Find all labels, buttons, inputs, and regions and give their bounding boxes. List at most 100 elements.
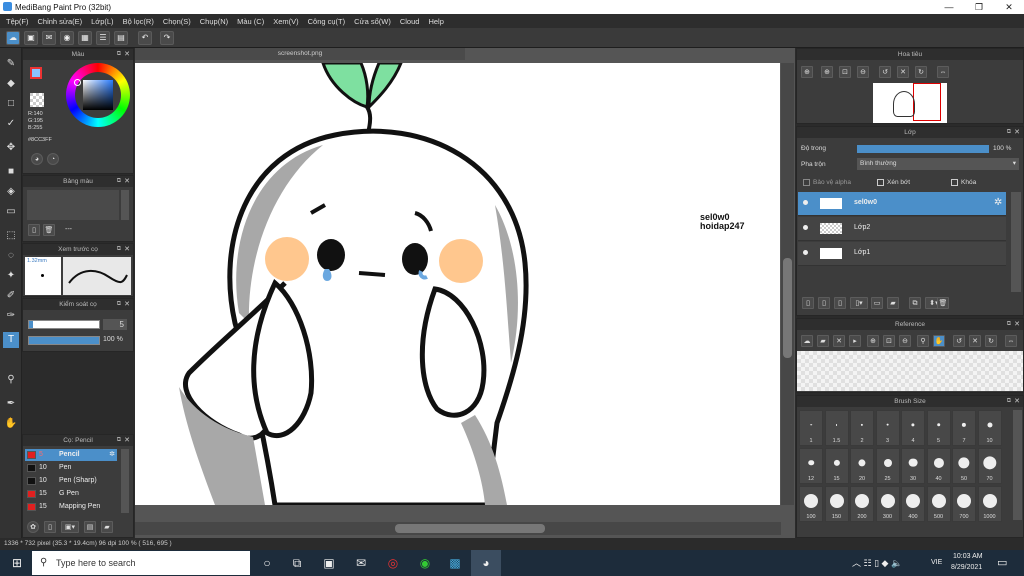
canvas-vertical-scrollbar[interactable] xyxy=(781,63,794,505)
rotate-right-icon[interactable]: ↻ xyxy=(915,66,927,78)
brush-size-cell[interactable]: 5 xyxy=(926,410,951,446)
select-pen-icon[interactable]: ✐ xyxy=(3,288,19,304)
gear-icon[interactable]: ✲ xyxy=(994,197,1002,208)
add-brush-icon[interactable]: ▣▾ xyxy=(61,521,79,533)
brush-size-cell[interactable]: 7 xyxy=(952,410,976,446)
close-icon[interactable]: ✕ xyxy=(1014,396,1020,407)
cloud-icon[interactable]: ☁ xyxy=(6,31,20,45)
rect-tool-icon[interactable]: □ xyxy=(3,96,19,112)
cortana-icon[interactable]: ○ xyxy=(252,550,282,576)
close-icon[interactable]: ✕ xyxy=(1014,319,1020,330)
language-indicator[interactable]: VIE xyxy=(931,559,942,566)
opera-icon[interactable]: ◎ xyxy=(378,550,408,576)
brush-opacity-slider[interactable] xyxy=(28,336,100,345)
menu-color[interactable]: Màu (C) xyxy=(237,17,264,26)
reference-dropper-icon[interactable]: ⚲ xyxy=(917,335,929,347)
brush-list-scrollbar[interactable] xyxy=(121,449,129,513)
brush-item-pen-sharp[interactable]: 10 Pen (Sharp) xyxy=(25,475,117,487)
brush-size-cell[interactable]: 200 xyxy=(850,486,874,522)
reset-icon[interactable]: ✕ xyxy=(897,66,909,78)
menu-view[interactable]: Xem(V) xyxy=(273,17,298,26)
close-icon[interactable]: ✕ xyxy=(124,435,130,446)
mail-icon[interactable]: ✉ xyxy=(346,550,376,576)
merge-layer-icon[interactable]: ⧉ xyxy=(909,297,921,309)
undo-icon[interactable]: ↶ xyxy=(138,31,152,45)
drawing-canvas[interactable]: sel0w0 hoidap247 xyxy=(135,63,780,505)
menu-cloud[interactable]: Cloud xyxy=(400,17,420,26)
eraser-tool-icon[interactable]: ◆ xyxy=(3,76,19,92)
reference-hand-icon[interactable]: ✋ xyxy=(933,335,945,347)
clock-time[interactable]: 10:03 AM xyxy=(953,553,983,560)
color-mode-icon[interactable]: ◕ xyxy=(31,153,43,165)
brush-size-cell[interactable]: 15 xyxy=(824,448,849,484)
menu-layer[interactable]: Lớp(L) xyxy=(91,17,113,26)
brush-size-cell[interactable]: 12 xyxy=(799,448,823,484)
brush-item-pen[interactable]: 10 Pen xyxy=(25,462,117,474)
color-history-icon[interactable]: ◔ xyxy=(47,153,59,165)
protect-alpha-checkbox[interactable] xyxy=(803,179,810,186)
close-button[interactable]: ✕ xyxy=(994,0,1024,14)
fill-rect-tool-icon[interactable]: ■ xyxy=(3,164,19,180)
menu-tools[interactable]: Công cụ(T) xyxy=(308,17,346,26)
document-tab[interactable]: screenshot.png xyxy=(135,48,465,60)
reference-cloud-icon[interactable]: ☁ xyxy=(801,335,813,347)
palette-scrollbar[interactable] xyxy=(121,190,129,220)
brush-size-cell[interactable]: 1 xyxy=(799,410,823,446)
layer-item[interactable]: Lớp2 xyxy=(798,217,1006,241)
brush-size-cell[interactable]: 100 xyxy=(799,486,823,522)
brush-item-mapping-pen[interactable]: 15 Mapping Pen xyxy=(25,501,117,513)
maximize-button[interactable]: ❐ xyxy=(964,0,994,14)
menu-edit[interactable]: Chỉnh sửa(E) xyxy=(38,17,83,26)
lasso-tool-icon[interactable]: ◌ xyxy=(3,248,19,264)
gear-icon[interactable]: ✲ xyxy=(109,449,115,461)
reference-rotate-left-icon[interactable]: ↺ xyxy=(953,335,965,347)
reference-reset-icon[interactable]: ✕ xyxy=(969,335,981,347)
brush-size-cell[interactable]: 150 xyxy=(824,486,849,522)
reference-rotate-right-icon[interactable]: ↻ xyxy=(985,335,997,347)
zoom-in-2-icon[interactable]: ⊕ xyxy=(821,66,833,78)
redo-icon[interactable]: ↷ xyxy=(160,31,174,45)
notification-icon[interactable]: ▭ xyxy=(997,556,1007,569)
minimize-button[interactable]: — xyxy=(934,0,964,14)
check-tool-icon[interactable]: ✓ xyxy=(3,116,19,132)
navigator-thumbnail[interactable] xyxy=(873,83,947,123)
new-layer-color-icon[interactable]: ▯ xyxy=(818,297,830,309)
menu-file[interactable]: Tệp(F) xyxy=(6,17,29,26)
reference-next-icon[interactable]: ▸ xyxy=(849,335,861,347)
delete-layer-icon[interactable]: 🗑 xyxy=(937,297,949,309)
zoom-out-icon[interactable]: ⊖ xyxy=(857,66,869,78)
brush-size-cell[interactable]: 1000 xyxy=(977,486,1002,522)
store-icon[interactable]: ▣ xyxy=(314,550,344,576)
duplicate-layer-icon[interactable]: ▭ xyxy=(871,297,883,309)
close-icon[interactable]: ✕ xyxy=(124,49,130,60)
saturation-value-box[interactable] xyxy=(83,80,113,110)
brush-item-pencil[interactable]: 5 Pencil ✲ xyxy=(25,449,117,461)
lock-checkbox[interactable] xyxy=(951,179,958,186)
panel-icon[interactable]: ▤ xyxy=(114,31,128,45)
brush-opacity-value[interactable]: 100 % xyxy=(103,336,129,343)
text-tool-icon[interactable]: T xyxy=(3,332,19,348)
close-icon[interactable]: ✕ xyxy=(124,244,130,255)
add-layer-menu-icon[interactable]: ▯▾ xyxy=(850,297,868,309)
rotate-left-icon[interactable]: ↺ xyxy=(879,66,891,78)
new-brush-icon[interactable]: ▯ xyxy=(44,521,56,533)
brush-copy-icon[interactable]: ▤ xyxy=(84,521,96,533)
brush-size-scrollbar[interactable] xyxy=(1013,410,1022,520)
brush-size-cell[interactable]: 400 xyxy=(901,486,925,522)
pen-tool-icon[interactable]: ✒ xyxy=(3,396,19,412)
new-palette-icon[interactable]: ▯ xyxy=(28,224,40,236)
reference-fit-icon[interactable]: ⊡ xyxy=(883,335,895,347)
zoom-in-icon[interactable]: ⊕ xyxy=(801,66,813,78)
medibang-icon[interactable]: ◕ xyxy=(471,550,501,576)
brush-size-cell[interactable]: 2 xyxy=(850,410,874,446)
brush-size-cell[interactable]: 30 xyxy=(901,448,925,484)
new-layer-icon[interactable]: ▯ xyxy=(802,297,814,309)
brush-tool-icon[interactable]: ✎ xyxy=(3,56,19,72)
magic-wand-icon[interactable]: ✦ xyxy=(3,268,19,284)
comment-icon[interactable]: ✉ xyxy=(42,31,56,45)
folder-icon[interactable]: ▰ xyxy=(887,297,899,309)
brush-folder-icon[interactable]: ▰ xyxy=(101,521,113,533)
dropper-tool-icon[interactable]: ⚲ xyxy=(3,372,19,388)
menu-help[interactable]: Help xyxy=(428,17,443,26)
hue-marker[interactable] xyxy=(74,79,81,86)
